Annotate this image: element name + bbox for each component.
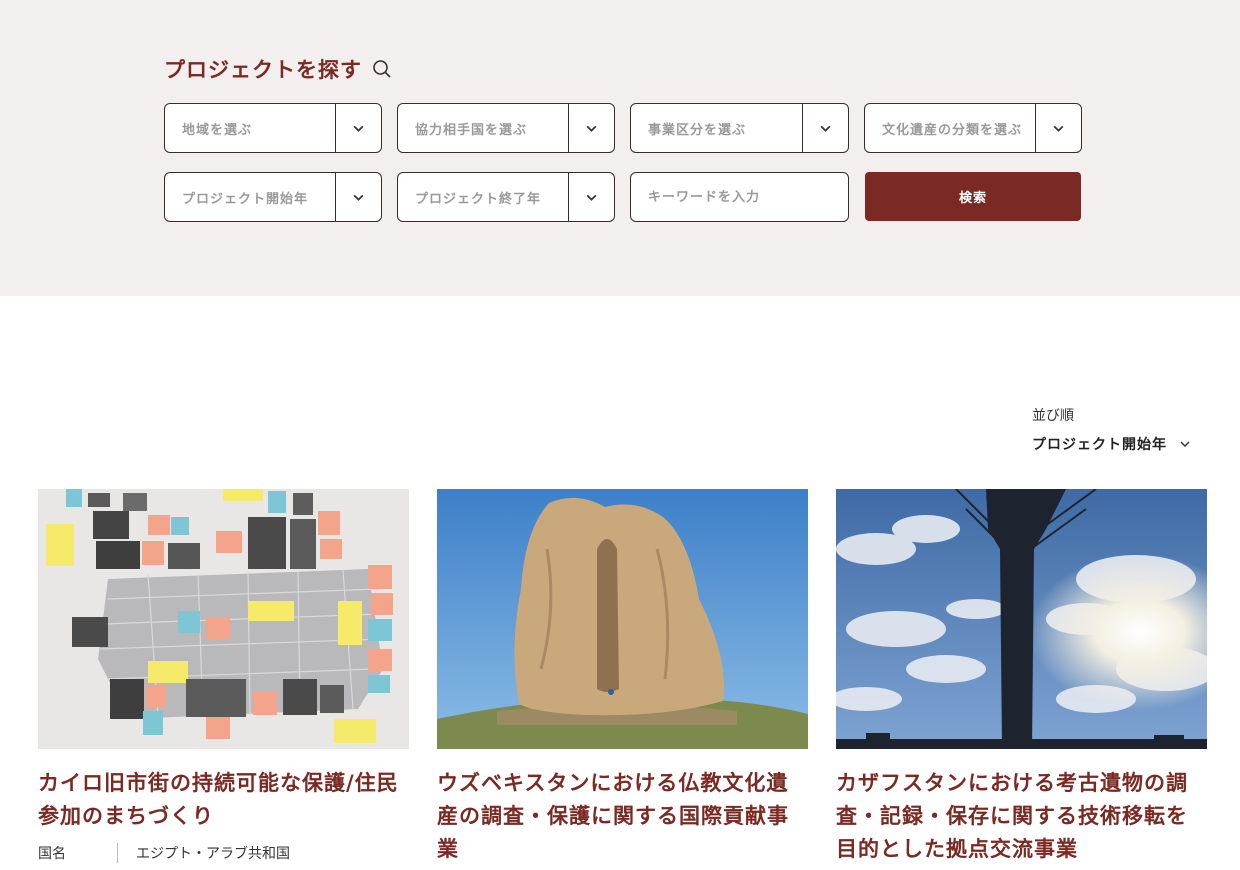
project-title[interactable]: ウズベキスタンにおける仏教文化遺産の調査・保護に関する国際貢献事業 <box>437 767 808 866</box>
chevron-down-icon[interactable] <box>335 104 381 152</box>
tower-sky-photo <box>836 489 1207 749</box>
cairo-map-photo <box>38 489 409 749</box>
chevron-down-icon[interactable] <box>802 104 848 152</box>
stupa-ruin-photo <box>437 489 808 749</box>
project-card[interactable]: カイロ旧市街の持続可能な保護/住民参加のまちづくり 国名 エジプト・アラブ共和国 <box>38 489 409 863</box>
search-heading: プロジェクトを探す <box>164 54 392 84</box>
chevron-down-icon <box>1180 441 1190 447</box>
heritage-category-select-label: 文化遺産の分類を選ぶ <box>882 122 1023 138</box>
chevron-down-icon[interactable] <box>568 173 614 221</box>
end-year-select[interactable]: プロジェクト終了年 <box>397 172 615 222</box>
keyword-input[interactable] <box>630 172 849 222</box>
start-year-select[interactable]: プロジェクト開始年 <box>164 172 382 222</box>
sort-select-value: プロジェクト開始年 <box>1032 437 1167 453</box>
partner-country-select[interactable]: 協力相手国を選ぶ <box>397 103 615 153</box>
project-card[interactable]: カザフスタンにおける考古遺物の調査・記録・保存に関する技術移転を目的とした拠点交… <box>836 489 1207 866</box>
search-heading-text: プロジェクトを探す <box>164 58 362 82</box>
search-panel: プロジェクトを探す 地域を選ぶ 協力相手国を選ぶ 事業区分を選ぶ 文化遺産の分類… <box>0 0 1240 296</box>
search-button[interactable]: 検索 <box>865 172 1081 221</box>
project-card[interactable]: ウズベキスタンにおける仏教文化遺産の調査・保護に関する国際貢献事業 <box>437 489 808 866</box>
start-year-select-label: プロジェクト開始年 <box>182 191 309 207</box>
search-icon <box>373 60 391 78</box>
region-select-label: 地域を選ぶ <box>182 122 253 138</box>
chevron-down-icon[interactable] <box>335 173 381 221</box>
project-image[interactable] <box>836 489 1207 749</box>
business-category-select[interactable]: 事業区分を選ぶ <box>630 103 849 153</box>
business-category-select-label: 事業区分を選ぶ <box>648 122 747 138</box>
sort-select[interactable]: プロジェクト開始年 <box>1032 434 1191 454</box>
chevron-down-icon[interactable] <box>568 104 614 152</box>
heritage-category-select[interactable]: 文化遺産の分類を選ぶ <box>864 103 1082 153</box>
project-meta: 国名 エジプト・アラブ共和国 <box>38 843 409 863</box>
project-title[interactable]: カイロ旧市街の持続可能な保護/住民参加のまちづくり <box>38 767 409 833</box>
chevron-down-icon[interactable] <box>1035 104 1081 152</box>
meta-key: 国名 <box>38 843 118 863</box>
meta-value: エジプト・アラブ共和国 <box>136 846 290 862</box>
end-year-select-label: プロジェクト終了年 <box>415 191 542 207</box>
sort-label: 並び順 <box>1032 408 1074 424</box>
partner-country-select-label: 協力相手国を選ぶ <box>415 122 528 138</box>
project-image[interactable] <box>38 489 409 749</box>
project-image[interactable] <box>437 489 808 749</box>
project-title[interactable]: カザフスタンにおける考古遺物の調査・記録・保存に関する技術移転を目的とした拠点交… <box>836 767 1207 866</box>
region-select[interactable]: 地域を選ぶ <box>164 103 382 153</box>
